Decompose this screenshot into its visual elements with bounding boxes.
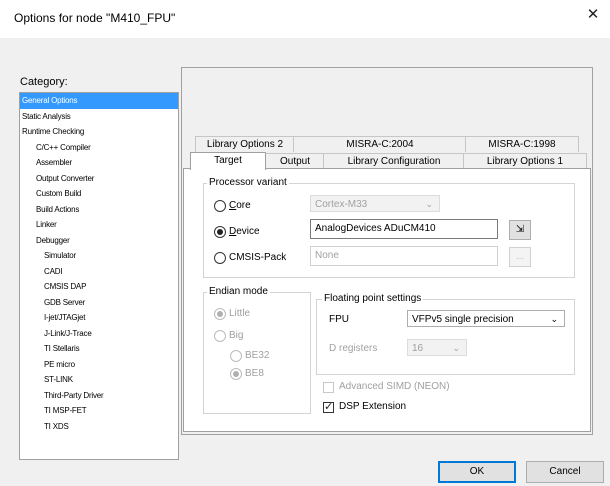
category-item[interactable]: J-Link/J-Trace	[20, 326, 178, 342]
tab-target[interactable]: Target	[190, 152, 266, 170]
device-label: Device	[229, 226, 260, 237]
category-item[interactable]: Custom Build	[20, 186, 178, 202]
category-item[interactable]: CADI	[20, 264, 178, 280]
category-item[interactable]: Runtime Checking	[20, 124, 178, 140]
core-label: Core	[229, 200, 251, 211]
category-item[interactable]: TI XDS	[20, 419, 178, 435]
cmsis-pack-browse-button: ...	[509, 247, 531, 267]
category-item[interactable]: Build Actions	[20, 202, 178, 218]
category-item[interactable]: General Options	[20, 93, 178, 109]
window-title: Options for node "M410_FPU"	[14, 11, 176, 25]
advanced-simd-checkbox	[323, 382, 334, 393]
little-endian-radio	[214, 308, 226, 320]
little-endian-label: Little	[229, 308, 251, 319]
d-registers-select: 16 ⌄	[407, 339, 467, 356]
floating-point-label: Floating point settings	[322, 293, 424, 305]
category-item[interactable]: Linker	[20, 217, 178, 233]
tab-library-configuration[interactable]: Library Configuration	[323, 153, 465, 169]
cmsis-pack-field: None	[310, 246, 498, 266]
category-item[interactable]: GDB Server	[20, 295, 178, 311]
category-label: Category:	[20, 76, 68, 88]
category-item[interactable]: PE micro	[20, 357, 178, 373]
category-item[interactable]: Output Converter	[20, 171, 178, 187]
tab-output[interactable]: Output	[265, 153, 325, 169]
be32-radio	[230, 350, 242, 362]
category-item[interactable]: Simulator	[20, 248, 178, 264]
category-item[interactable]: Assembler	[20, 155, 178, 171]
fpu-select[interactable]: VFPv5 single precision ⌄	[407, 310, 565, 327]
be8-label: BE8	[245, 368, 264, 379]
category-item[interactable]: Third-Party Driver	[20, 388, 178, 404]
category-item[interactable]: I-jet/JTAGjet	[20, 310, 178, 326]
category-item[interactable]: CMSIS DAP	[20, 279, 178, 295]
cmsis-pack-label: CMSIS-Pack	[229, 252, 287, 263]
fpu-label: FPU	[329, 314, 349, 325]
tab-library-options-2[interactable]: Library Options 2	[195, 136, 295, 152]
device-field[interactable]: AnalogDevices ADuCM410	[310, 219, 498, 239]
category-list[interactable]: General Options Static Analysis Runtime Ch…	[19, 92, 179, 460]
core-radio[interactable]	[214, 200, 226, 212]
dsp-extension-label: DSP Extension	[339, 401, 407, 412]
device-radio[interactable]	[214, 226, 226, 238]
dsp-extension-checkbox[interactable]	[323, 400, 334, 413]
close-icon[interactable]: ✕	[584, 6, 602, 24]
core-select: Cortex-M33 ⌄	[310, 195, 440, 212]
category-item[interactable]: C/C++ Compiler	[20, 140, 178, 156]
category-item[interactable]: ST-LINK	[20, 372, 178, 388]
category-item[interactable]: Debugger	[20, 233, 178, 249]
cancel-button[interactable]: Cancel	[526, 461, 604, 483]
d-registers-label: D registers	[329, 343, 378, 354]
device-select-button[interactable]: ⇲	[509, 220, 531, 240]
tab-misra-c-2004[interactable]: MISRA-C:2004	[293, 136, 467, 152]
ok-button[interactable]: OK	[438, 461, 516, 483]
tab-misra-c-1998[interactable]: MISRA-C:1998	[465, 136, 579, 152]
tab-library-options-1[interactable]: Library Options 1	[463, 153, 587, 169]
be32-label: BE32	[245, 350, 270, 361]
advanced-simd-label: Advanced SIMD (NEON)	[339, 381, 450, 392]
category-item[interactable]: Static Analysis	[20, 109, 178, 125]
big-endian-label: Big	[229, 330, 244, 341]
category-item[interactable]: TI Stellaris	[20, 341, 178, 357]
endian-mode-label: Endian mode	[207, 286, 270, 298]
big-endian-radio	[214, 330, 226, 342]
be8-radio	[230, 368, 242, 380]
category-item[interactable]: TI MSP-FET	[20, 403, 178, 419]
processor-variant-label: Processor variant	[207, 177, 289, 189]
cmsis-pack-radio[interactable]	[214, 252, 226, 264]
